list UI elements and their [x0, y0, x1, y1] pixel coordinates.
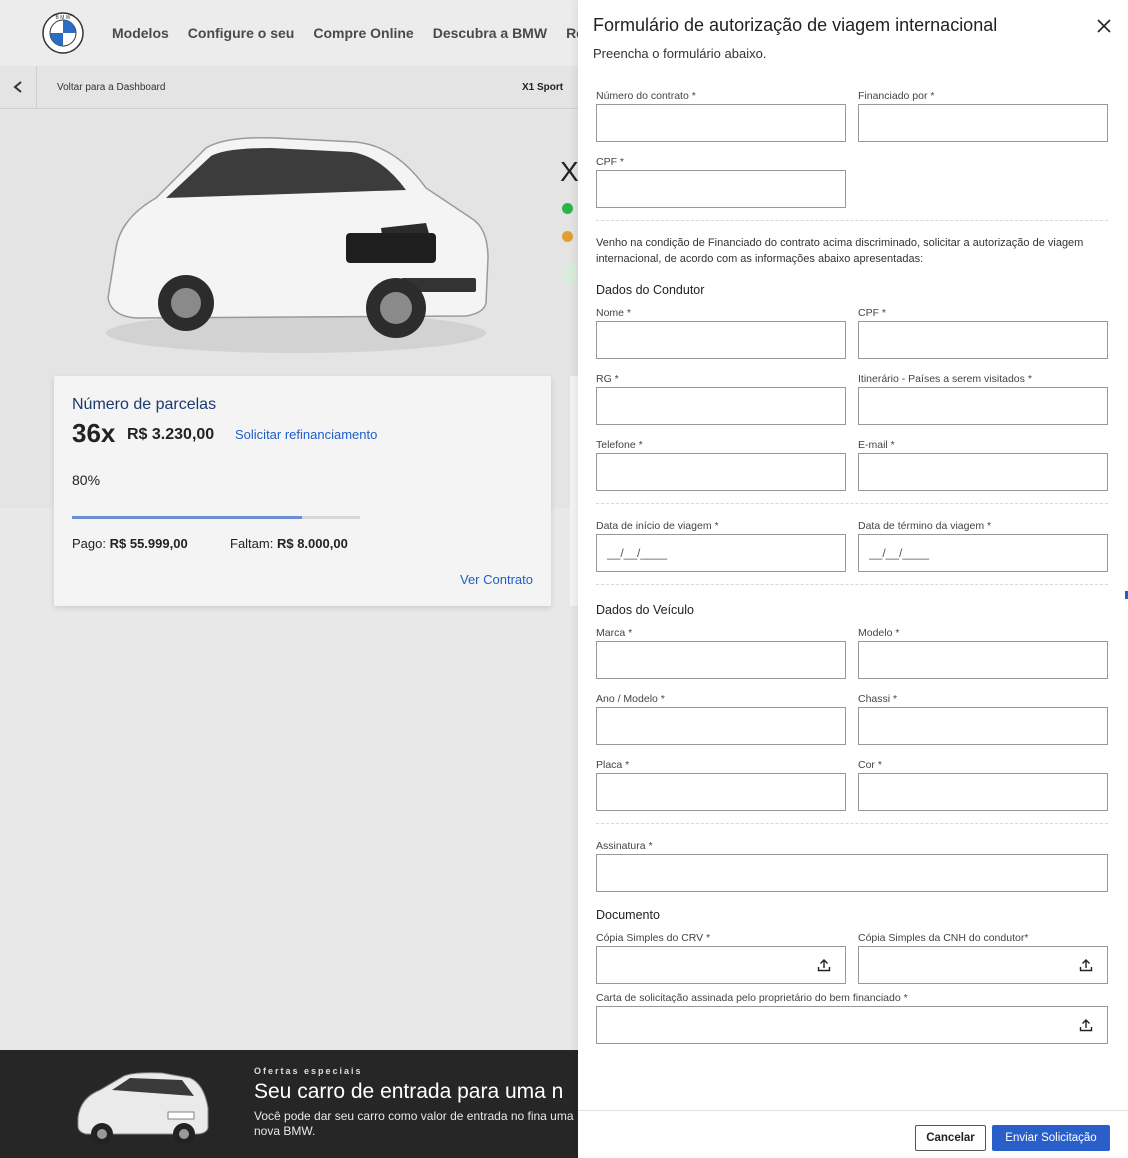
promo-text: Você pode dar seu carro como valor de en…: [254, 1109, 574, 1138]
nav-link-models[interactable]: Modelos: [112, 25, 169, 41]
nav-links: Modelos Configure o seu Compre Online De…: [112, 25, 607, 41]
back-to-dashboard-link[interactable]: Voltar para a Dashboard: [57, 82, 165, 93]
bmw-logo[interactable]: B M W: [42, 12, 84, 54]
cpf-contract-input[interactable]: [596, 170, 846, 208]
vehicle-section-title: Dados do Veículo: [596, 603, 694, 617]
progress-percent: 80%: [72, 472, 101, 488]
nav-link-discover[interactable]: Descubra a BMW: [433, 25, 547, 41]
paid-label: Pago:: [72, 536, 106, 551]
plate-input[interactable]: [596, 773, 846, 811]
chevron-left-icon: [13, 81, 22, 93]
view-contract-link[interactable]: Ver Contrato: [460, 572, 533, 587]
divider: [596, 584, 1108, 585]
financed-by-label: Financiado por *: [858, 90, 935, 102]
refinance-link[interactable]: Solicitar refinanciamento: [235, 427, 377, 442]
cpf-input[interactable]: [858, 321, 1108, 359]
rg-label: RG *: [596, 373, 619, 385]
color-label: Cor *: [858, 759, 882, 771]
trip-end-input[interactable]: [858, 534, 1108, 572]
contract-number-input[interactable]: [596, 104, 846, 142]
contract-number-label: Número do contrato *: [596, 90, 696, 102]
back-button[interactable]: [0, 65, 37, 109]
installments-title: Número de parcelas: [72, 396, 217, 413]
model-label: Modelo *: [858, 627, 900, 639]
travel-authorization-panel: Formulário de autorização de viagem inte…: [578, 0, 1128, 1158]
cancel-button[interactable]: Cancelar: [915, 1125, 986, 1151]
close-icon[interactable]: [1094, 16, 1114, 36]
panel-footer: Cancelar Enviar Solicitação: [578, 1110, 1128, 1158]
plate-label: Placa *: [596, 759, 630, 771]
trip-start-label: Data de início de viagem *: [596, 520, 719, 532]
authorization-statement: Venho na condição de Financiado do contr…: [596, 237, 1084, 265]
chassis-label: Chassi *: [858, 693, 898, 705]
paid-value: R$ 55.999,00: [109, 536, 188, 551]
email-label: E-mail *: [858, 439, 895, 451]
divider: [596, 503, 1108, 504]
upload-icon: [1079, 959, 1093, 972]
divider: [596, 220, 1108, 221]
driver-section-title: Dados do Condutor: [596, 283, 705, 297]
installment-amount: R$ 3.230,00: [127, 426, 215, 443]
financed-by-input[interactable]: [858, 104, 1108, 142]
signature-input[interactable]: [596, 854, 1108, 892]
phone-label: Telefone *: [596, 439, 643, 451]
rg-input[interactable]: [596, 387, 846, 425]
car-image: [106, 136, 489, 353]
brand-input[interactable]: [596, 641, 846, 679]
request-letter-upload-field[interactable]: [596, 1006, 1108, 1044]
remaining-label: Faltam:: [230, 536, 274, 551]
promo-kicker: Ofertas especiais: [254, 1066, 363, 1076]
email-input[interactable]: [858, 453, 1108, 491]
installments-count: 36x: [72, 418, 116, 448]
model-input[interactable]: [858, 641, 1108, 679]
itinerary-input[interactable]: [858, 387, 1108, 425]
name-input[interactable]: [596, 321, 846, 359]
upload-icon: [817, 959, 831, 972]
status-dot-green: [562, 203, 573, 214]
panel-subtitle: Preencha o formulário abaixo.: [593, 46, 767, 61]
signature-label: Assinatura *: [596, 840, 653, 852]
year-model-label: Ano / Modelo *: [596, 693, 665, 705]
trip-end-label: Data de término da viagem *: [858, 520, 992, 532]
cnh-upload-field[interactable]: [858, 946, 1108, 984]
crv-upload-field[interactable]: [596, 946, 846, 984]
cnh-copy-label: Cópia Simples da CNH do condutor*: [858, 932, 1029, 944]
paid-amount: Pago: R$ 55.999,00: [72, 536, 188, 551]
model-name: X1 Sport: [522, 81, 564, 93]
svg-text:B M W: B M W: [56, 15, 71, 21]
promo-title: Seu carro de entrada para uma n: [254, 1080, 564, 1103]
divider: [596, 823, 1108, 824]
request-letter-label: Carta de solicitação assinada pelo propr…: [596, 992, 908, 1004]
cpf-contract-label: CPF *: [596, 156, 625, 168]
vehicle-heading: X: [560, 156, 579, 187]
remaining-amount: Faltam: R$ 8.000,00: [230, 536, 348, 551]
submit-request-button[interactable]: Enviar Solicitação: [992, 1125, 1110, 1151]
trip-start-input[interactable]: [596, 534, 846, 572]
name-label: Nome *: [596, 307, 632, 319]
installments-card: Número de parcelas 36x R$ 3.230,00 Solic…: [54, 376, 551, 606]
brand-label: Marca *: [596, 627, 633, 639]
itinerary-label: Itinerário - Países a serem visitados *: [858, 373, 1032, 385]
payment-progress-fill: [72, 516, 303, 519]
panel-title: Formulário de autorização de viagem inte…: [593, 15, 998, 35]
upload-icon: [1079, 1019, 1093, 1032]
color-input[interactable]: [858, 773, 1108, 811]
phone-input[interactable]: [596, 453, 846, 491]
year-model-input[interactable]: [596, 707, 846, 745]
document-section-title: Documento: [596, 908, 660, 922]
nav-link-configure[interactable]: Configure o seu: [188, 25, 295, 41]
payment-progress-bar: [72, 516, 360, 519]
status-dot-orange: [562, 231, 573, 242]
promo-car-image: [77, 1072, 209, 1145]
status-chip: [563, 263, 579, 283]
remaining-value: R$ 8.000,00: [276, 536, 348, 551]
chassis-input[interactable]: [858, 707, 1108, 745]
crv-copy-label: Cópia Simples do CRV *: [596, 932, 711, 944]
cpf-label: CPF *: [858, 307, 887, 319]
nav-link-buy-online[interactable]: Compre Online: [313, 25, 413, 41]
